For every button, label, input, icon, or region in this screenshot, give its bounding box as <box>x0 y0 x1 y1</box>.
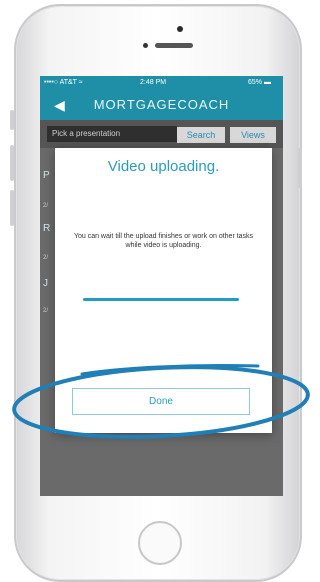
dialog-title: Video uploading. <box>107 158 220 175</box>
volume-up-button <box>10 145 14 181</box>
list-item-date: 2/ <box>43 308 49 314</box>
list-item-letter[interactable]: J <box>43 278 48 289</box>
list-item-date: 2/ <box>43 255 49 261</box>
upload-progress-line <box>83 298 239 301</box>
nav-bar: ◀ MORTGAGECOACH <box>40 90 283 120</box>
status-bar: ••••○ AT&T ≈ 2:48 PM 65% ▬ <box>40 76 283 90</box>
upload-dialog: Video uploading. You can wait till the u… <box>55 148 272 433</box>
mute-switch <box>10 110 14 130</box>
search-button[interactable]: Search <box>177 127 225 143</box>
carrier-signal: ••••○ AT&T ≈ <box>44 79 83 86</box>
power-button <box>298 148 302 188</box>
list-item-letter[interactable]: P <box>43 170 50 181</box>
app-title: MORTGAGECOACH <box>93 97 230 112</box>
top-dot-icon <box>177 26 183 32</box>
list-item-letter[interactable]: R <box>43 223 50 234</box>
battery-indicator: 65% ▬ <box>248 79 271 86</box>
done-button[interactable]: Done <box>72 388 250 415</box>
views-button[interactable]: Views <box>230 127 276 143</box>
earpiece-speaker <box>155 43 193 48</box>
home-button[interactable] <box>138 521 182 565</box>
dialog-message: You can wait till the upload finishes or… <box>73 233 254 249</box>
front-camera-icon <box>143 43 148 48</box>
volume-down-button <box>10 190 14 226</box>
status-time: 2:48 PM <box>140 79 167 86</box>
list-item-date: 2/ <box>43 203 49 209</box>
pick-presentation-label[interactable]: Pick a presentation <box>47 126 177 142</box>
